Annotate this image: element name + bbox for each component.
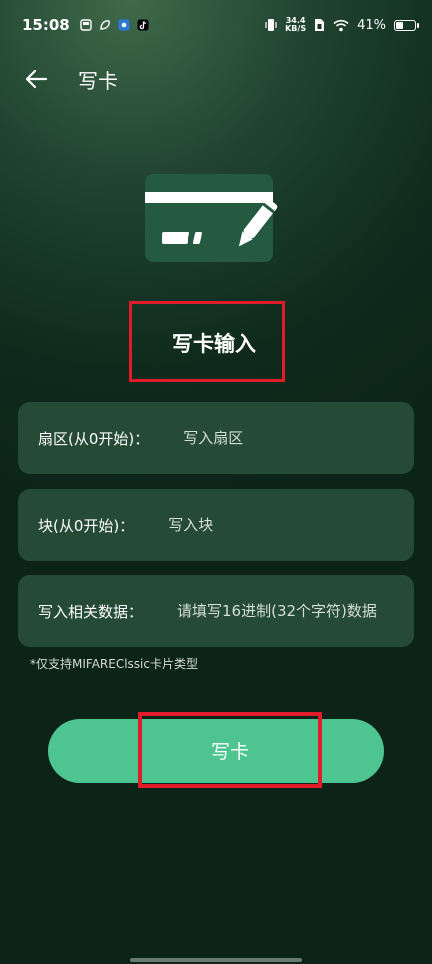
status-right-icons: 34.4 KB/S 41% <box>265 17 419 33</box>
sector-label: 扇区(从0开始)： <box>38 429 150 448</box>
back-arrow-icon[interactable] <box>22 64 52 94</box>
status-bar: 15:08 34.4 KB/S 41% <box>0 0 432 50</box>
support-note: *仅支持MIFAREClssic卡片类型 <box>30 657 198 671</box>
sector-input[interactable] <box>183 429 414 447</box>
battery-level <box>396 21 403 29</box>
write-card-button[interactable] <box>48 719 384 783</box>
battery-icon <box>394 19 419 31</box>
leaf-app-icon <box>100 20 110 30</box>
network-speed-unit: KB/S <box>285 24 307 33</box>
notification-icons <box>80 19 149 31</box>
vibrate-icon <box>265 19 277 31</box>
network-speed: 34.4 KB/S <box>285 17 306 33</box>
sim-icon <box>315 19 325 31</box>
write-card-illustration-icon <box>145 174 278 262</box>
home-indicator[interactable] <box>130 958 302 962</box>
tiktok-icon <box>137 19 149 31</box>
sector-field: 扇区(从0开始)： <box>18 402 414 474</box>
page-title: 写卡 <box>78 69 118 93</box>
data-input[interactable] <box>177 602 414 620</box>
app-header: 写卡 <box>0 56 432 100</box>
flower-app-icon <box>118 19 130 31</box>
section-title-text: 写卡输入 <box>172 331 256 356</box>
battery-percent: 41% <box>357 17 386 33</box>
wifi-icon <box>333 19 349 31</box>
block-label: 块(从0开始)： <box>38 516 135 535</box>
data-label: 写入相关数据： <box>38 602 144 621</box>
block-input[interactable] <box>168 516 414 534</box>
write-card-input-title: 写卡输入 <box>129 301 285 382</box>
status-time: 15:08 <box>22 16 70 34</box>
app-notification-icon <box>80 19 92 31</box>
data-field: 写入相关数据： <box>18 575 414 647</box>
block-field: 块(从0开始)： <box>18 489 414 561</box>
